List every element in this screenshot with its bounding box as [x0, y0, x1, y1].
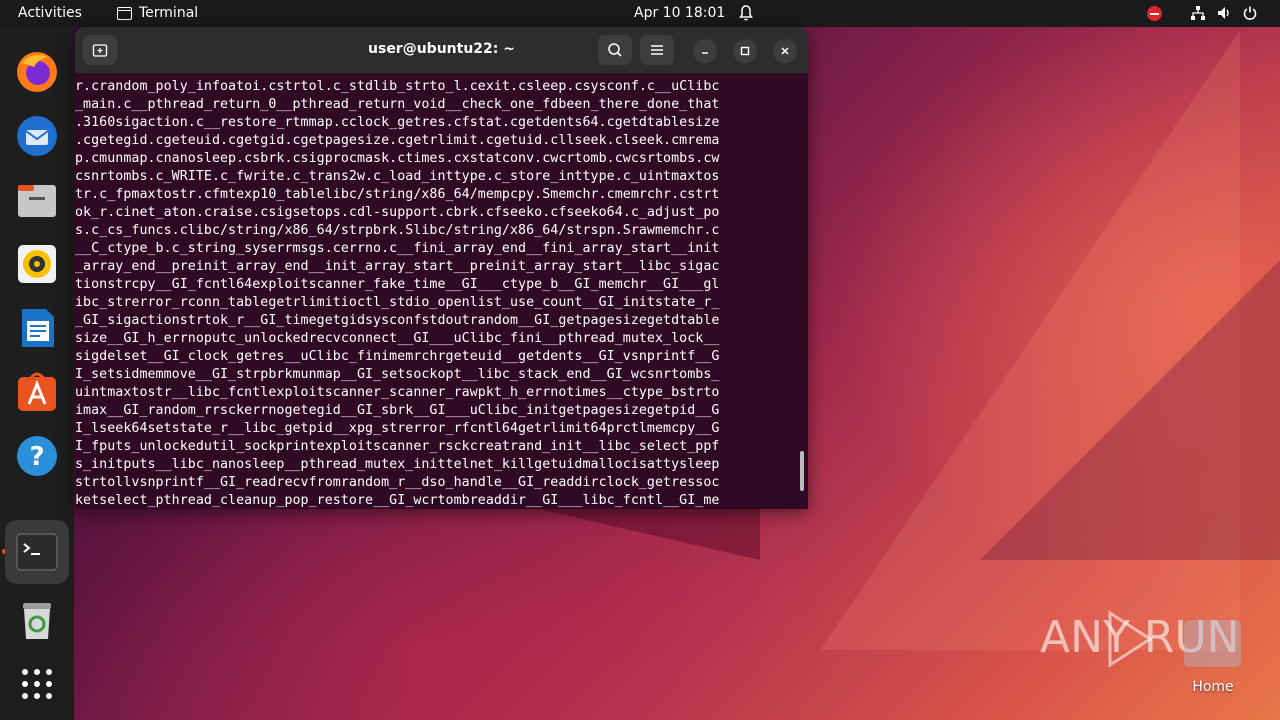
home-folder-icon[interactable]	[1184, 620, 1241, 667]
dock-app-center[interactable]	[5, 360, 69, 424]
terminal-small-icon	[117, 6, 132, 20]
firefox-icon	[17, 52, 57, 92]
terminal-output[interactable]: r.crandom_poly_infoatoi.cstrtol.c_stdlib…	[75, 73, 808, 509]
terminal-line: csnrtombs.c_WRITE.c_fwrite.c_trans2w.c_l…	[75, 169, 720, 184]
terminal-line: size__GI_h_errnoputc_unlockedrecvconnect…	[75, 331, 720, 346]
app-center-icon	[18, 372, 56, 411]
terminal-line: _GI_sigactionstrtok_r__GI_timegetgidsysc…	[75, 313, 720, 328]
terminal-line: uintmaxtostr__libc_fcntlexploitscanner_s…	[75, 385, 720, 400]
dock-trash[interactable]	[5, 588, 69, 652]
wallpaper-shape	[980, 260, 1280, 560]
files-icon	[18, 185, 56, 217]
dock-help[interactable]: ?	[5, 424, 69, 488]
svg-text:?: ?	[29, 442, 44, 472]
terminal-line: I_setsidmemmove__GI_strpbrkmunmap__GI_se…	[75, 367, 720, 382]
dock: ?	[0, 27, 74, 720]
terminal-line: .3160sigaction.c__restore_rtmmap.cclock_…	[75, 115, 720, 130]
terminal-line: r.crandom_poly_infoatoi.cstrtol.c_stdlib…	[75, 79, 720, 94]
terminal-line: I_lseek64setstate_r__libc_getpid__xpg_st…	[75, 421, 720, 436]
terminal-icon	[16, 533, 58, 571]
search-button[interactable]	[598, 35, 632, 65]
minimize-button[interactable]	[693, 39, 717, 63]
show-apps-button[interactable]	[5, 652, 69, 716]
terminal-line: _array_end__preinit_array_end__init_arra…	[75, 259, 720, 274]
rhythmbox-icon	[18, 245, 56, 283]
scrollbar[interactable]	[800, 451, 804, 491]
dock-firefox[interactable]	[5, 40, 69, 104]
dock-writer[interactable]	[5, 296, 69, 360]
terminal-header: user@ubuntu22: ~	[75, 27, 808, 73]
system-menu[interactable]	[1190, 5, 1258, 21]
search-icon	[608, 43, 622, 57]
close-icon	[781, 47, 789, 55]
terminal-line: imax__GI_random_rrsckerrnogetegid__GI_sb…	[75, 403, 720, 418]
terminal-line: ketselect_pthread_cleanup_pop_restore__G…	[75, 493, 720, 508]
volume-icon	[1218, 7, 1229, 19]
terminal-line: sigdelset__GI_clock_getres__uClibc_finim…	[75, 349, 720, 364]
terminal-line: ibc_strerror_rconn_tablegetrlimitioctl_s…	[75, 295, 720, 310]
clock[interactable]: Apr 10 18:01	[634, 5, 725, 21]
thunderbird-icon	[17, 116, 57, 156]
dock-rhythmbox[interactable]	[5, 232, 69, 296]
terminal-line: __C_ctype_b.c_string_syserrmsgs.cerrno.c…	[75, 241, 720, 256]
terminal-window: user@ubuntu22: ~ r.crandom_poly_infoatoi…	[75, 27, 808, 509]
app-menu[interactable]: Terminal	[117, 5, 198, 21]
app-menu-label: Terminal	[139, 5, 199, 21]
dock-terminal[interactable]	[5, 520, 69, 584]
bell-icon[interactable]	[738, 4, 754, 22]
help-icon: ?	[17, 436, 57, 476]
terminal-line: s.c_cs_funcs.clibc/string/x86_64/strpbrk…	[75, 223, 720, 238]
terminal-line: .cgetegid.cgeteuid.cgetgid.cgetpagesize.…	[75, 133, 720, 148]
menu-button[interactable]	[640, 35, 674, 65]
minimize-icon	[702, 52, 708, 54]
show-apps-icon	[22, 669, 52, 699]
terminal-line: tionstrcpy__GI_fcntl64exploitscanner_fak…	[75, 277, 720, 292]
terminal-line: p.cmunmap.cnanosleep.csbrk.csigprocmask.…	[75, 151, 720, 166]
close-button[interactable]	[773, 39, 797, 63]
trash-icon	[23, 603, 51, 639]
network-icon	[1191, 6, 1205, 20]
terminal-line: ok_r.cinet_aton.craise.csigsetops.cdl-su…	[75, 205, 720, 220]
terminal-line: strtollvsnprintf__GI_readrecvfromrandom_…	[75, 475, 720, 490]
wallpaper-shape	[500, 500, 760, 560]
terminal-line: s_initputs__libc_nanosleep__pthread_mute…	[75, 457, 720, 472]
terminal-line: _main.c__pthread_return_0__pthread_retur…	[75, 97, 720, 112]
dock-files[interactable]	[5, 168, 69, 232]
power-icon	[1243, 6, 1257, 20]
maximize-button[interactable]	[733, 39, 757, 63]
terminal-line: tr.c_fpmaxtostr.cfmtexp10_tablelibc/stri…	[75, 187, 720, 202]
maximize-icon	[740, 46, 750, 56]
activities-button[interactable]: Activities	[18, 5, 82, 21]
terminal-text: r.crandom_poly_infoatoi.cstrtol.c_stdlib…	[75, 78, 799, 509]
terminal-line: I_fputs_unlockedutil_sockprintexploitsca…	[75, 439, 720, 454]
dock-thunderbird[interactable]	[5, 104, 69, 168]
hamburger-icon	[651, 45, 663, 55]
top-bar: Activities Terminal Apr 10 18:01	[0, 0, 1280, 27]
writer-icon	[22, 309, 54, 347]
home-folder-label[interactable]: Home	[1180, 679, 1246, 695]
do-not-disturb-icon[interactable]	[1147, 6, 1162, 21]
